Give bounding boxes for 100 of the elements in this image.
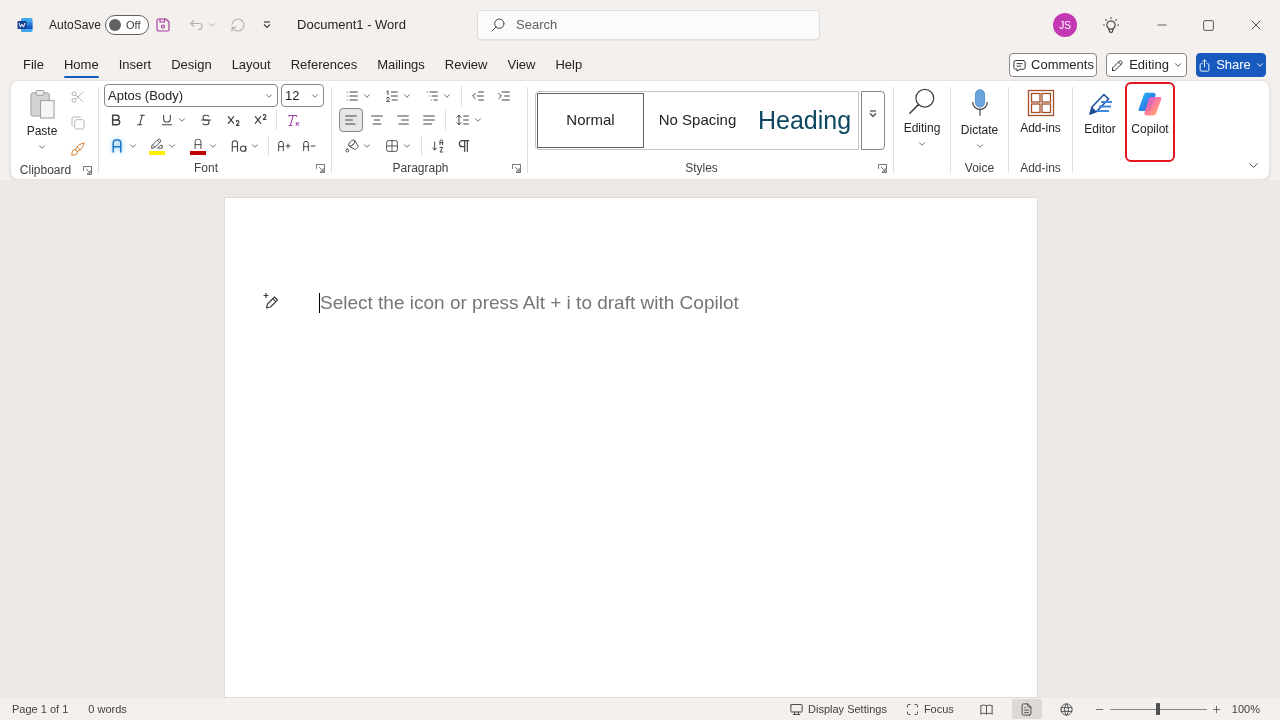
pilcrow-icon: [456, 138, 472, 154]
search-field[interactable]: Search: [477, 10, 820, 40]
underline-icon: [159, 112, 175, 128]
caret-icon: [208, 141, 218, 151]
caret-icon: [1172, 60, 1183, 70]
ribbon-tab[interactable]: Layout: [221, 51, 281, 79]
toggle-knob-icon: [109, 19, 122, 31]
caret-icon: [974, 141, 985, 151]
page-icon: [1019, 701, 1035, 717]
focus-button[interactable]: Focus: [902, 699, 956, 719]
focus-frame-icon: [904, 701, 920, 717]
clipboard-icon: [28, 89, 56, 120]
page-count: Page 1 of 1: [12, 701, 69, 717]
dialog-launcher-button[interactable]: [80, 163, 94, 177]
lightbulb-icon: [1101, 15, 1121, 35]
ribbon-tab[interactable]: Review: [434, 51, 498, 79]
search-icon: [490, 17, 506, 33]
caret-icon: [262, 21, 273, 29]
text-cursor-icon: [319, 293, 320, 313]
dictate-button[interactable]: Dictate: [953, 81, 1006, 157]
ribbon-tab[interactable]: File: [13, 51, 54, 79]
numbered-list-icon: [384, 87, 400, 104]
style-tile[interactable]: No Spacing: [644, 93, 751, 148]
paste-button[interactable]: Paste: [18, 83, 66, 159]
letter-case-icon: [230, 137, 248, 155]
styles-more-button[interactable]: [861, 91, 885, 150]
add-ins-button[interactable]: Add-ins: [1011, 81, 1070, 157]
caret-icon: [177, 115, 187, 125]
caret-icon: [128, 141, 138, 151]
group-label: Styles: [685, 161, 718, 175]
align-center-icon: [369, 112, 385, 128]
launcher-arrow-icon: [877, 163, 887, 173]
style-tile[interactable]: Normal: [537, 93, 644, 148]
zoom-level[interactable]: 100%: [1231, 699, 1260, 719]
ribbon-tab[interactable]: Design: [161, 51, 222, 79]
caret-icon: [167, 141, 177, 151]
align-right-icon: [395, 112, 411, 128]
caret-icon: [362, 141, 372, 151]
font-size-combobox[interactable]: 12: [281, 84, 324, 107]
editing-mode-button[interactable]: Editing: [1106, 53, 1187, 77]
draft-prompt-field[interactable]: Select the icon or press Alt + i to draft with Copilot: [319, 292, 739, 314]
open-book-icon: [979, 701, 995, 717]
account-avatar[interactable]: JS: [1053, 13, 1077, 37]
group-label: Add-ins: [1020, 161, 1061, 175]
ribbon-tab[interactable]: References: [280, 51, 368, 79]
ribbon-tab[interactable]: Home: [53, 51, 109, 79]
caret-icon: [402, 141, 412, 151]
ribbon-tab[interactable]: Mailings: [367, 51, 435, 79]
ribbon-tab[interactable]: Insert: [108, 51, 162, 79]
ribbon-tab[interactable]: Help: [545, 51, 593, 79]
redo-icon: [229, 16, 248, 34]
caret-icon: [473, 115, 483, 125]
share-icon: [1197, 57, 1213, 73]
display-settings-button[interactable]: Display Settings: [787, 699, 889, 719]
grid-icon: [1026, 89, 1055, 117]
monitor-icon: [789, 701, 804, 717]
copilot-button[interactable]: Copilot: [1125, 82, 1175, 162]
font-name-combobox[interactable]: Aptos (Body): [104, 84, 278, 107]
maximize-icon: [1201, 18, 1215, 32]
zoom-slider-track[interactable]: [1109, 703, 1207, 715]
caret-icon: [37, 142, 47, 152]
align-left-button[interactable]: [339, 108, 363, 132]
ribbon-tab[interactable]: View: [497, 51, 546, 79]
shrink-font-icon: [301, 138, 317, 154]
caret-icon: [1254, 60, 1265, 70]
justify-icon: [421, 112, 437, 128]
caret-icon: [868, 110, 878, 118]
copy-icon: [70, 115, 86, 131]
style-tile[interactable]: Heading: [751, 93, 858, 148]
pencil-icon: [1110, 57, 1126, 73]
editor-button[interactable]: Editor: [1077, 82, 1123, 162]
caret-icon: [207, 20, 218, 30]
plus-icon: [1211, 703, 1223, 715]
caret-icon: [250, 141, 260, 151]
zoom-slider-thumb[interactable]: [1156, 703, 1161, 715]
group-label: Paragraph: [392, 161, 449, 175]
scissors-icon: [70, 89, 86, 105]
globe-icon: [1059, 701, 1075, 717]
print-layout-button[interactable]: [1011, 699, 1042, 719]
caret-icon: [917, 139, 927, 149]
group-label: Clipboard: [19, 163, 72, 177]
launcher-arrow-icon: [511, 163, 521, 173]
autosave-toggle[interactable]: Off: [105, 15, 150, 35]
launcher-arrow-icon: [82, 165, 92, 175]
document-title: Document1 - Word: [297, 16, 406, 35]
comments-button[interactable]: Comments: [1009, 53, 1097, 77]
copilot-logo-icon: [1136, 90, 1164, 118]
autosave-label: AutoSave: [49, 17, 102, 34]
dialog-launcher-button[interactable]: [875, 161, 889, 175]
strikethrough-icon: [198, 112, 214, 128]
word-logo-icon: [17, 17, 33, 33]
speech-bubble-icon: [1012, 57, 1028, 73]
sort-icon: [430, 138, 446, 154]
dialog-launcher-button[interactable]: [313, 161, 327, 175]
dialog-launcher-button[interactable]: [509, 161, 523, 175]
share-button[interactable]: Share: [1196, 53, 1266, 77]
pen-sparkle-icon[interactable]: [262, 292, 280, 310]
editing-button[interactable]: Editing: [896, 81, 948, 157]
word-count: 0 words: [88, 701, 127, 717]
group-label: Voice: [964, 161, 995, 175]
